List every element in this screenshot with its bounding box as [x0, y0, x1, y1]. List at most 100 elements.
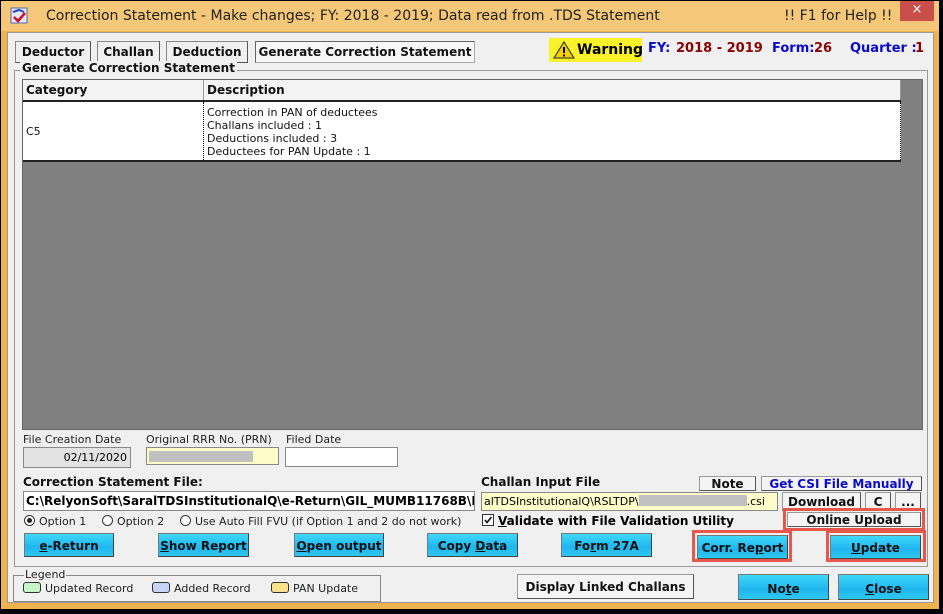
c-button[interactable]: C [865, 492, 891, 511]
table-header-row: Category Description [23, 80, 901, 102]
button-label: Fo [574, 539, 591, 553]
mnemonic: O [296, 539, 307, 553]
quarter-value: 1 [915, 41, 925, 56]
correction-statement-window: Correction Statement - Make changes; FY:… [0, 0, 940, 610]
validate-fvu-checkbox[interactable]: Validate with File Validation Utility [482, 514, 734, 528]
get-csi-file-manually-button[interactable]: Get CSI File Manually [761, 476, 922, 491]
radio-icon [180, 515, 191, 526]
fy-label: FY: [648, 41, 671, 56]
mnemonic: U [851, 541, 861, 555]
option2-label: Option 2 [117, 515, 165, 528]
description-line: Challans included : 1 [207, 119, 322, 132]
app-icon [10, 7, 28, 24]
note-button[interactable]: Note [738, 574, 829, 600]
help-hint: !! F1 for Help !! [784, 8, 893, 24]
tab-challan[interactable]: Challan [97, 41, 160, 63]
corr-report-button[interactable]: Corr. Report [697, 535, 788, 559]
option1-radio[interactable]: Option 1 [24, 515, 86, 528]
button-label: Corr. Re [701, 541, 755, 555]
challan-input-field[interactable]: alTDSInstitutionalQ\RSLTDP\ .csi [481, 492, 778, 511]
show-report-button[interactable]: Show Report [158, 533, 249, 557]
button-label: ata [485, 539, 508, 553]
tab-deductor[interactable]: Deductor [15, 41, 91, 63]
warning-label: Warning [577, 42, 644, 58]
legend-item-pan-update: PAN Update [271, 582, 358, 595]
button-label: -Return [47, 539, 99, 553]
client-area: Deductor Challan Deduction Generate Corr… [7, 32, 934, 603]
original-rrr-label: Original RRR No. (PRN) [146, 433, 272, 446]
open-output-button[interactable]: Open output [294, 533, 384, 557]
mnemonic: S [160, 539, 169, 553]
description-line: Correction in PAN of deductees [207, 106, 378, 119]
fy-value: 2018 - 2019 [676, 41, 763, 56]
radio-selected-icon [24, 515, 35, 526]
added-swatch [152, 582, 170, 593]
mnemonic: e [39, 539, 48, 553]
validate-label: alidate with File Validation Utility [506, 514, 734, 528]
updated-swatch [23, 582, 41, 593]
correction-table: Category Description C5 Correction in PA… [23, 80, 901, 162]
form-27a-button[interactable]: Form 27A [561, 533, 652, 557]
challan-input-label: Challan Input File [481, 475, 601, 489]
button-label: ort [763, 541, 784, 555]
legend-item-added: Added Record [152, 582, 251, 595]
filed-date-label: Filed Date [286, 433, 342, 446]
redacted-value [638, 495, 747, 506]
display-linked-challans-button[interactable]: Display Linked Challans [517, 574, 694, 599]
cell-category[interactable]: C5 [23, 101, 204, 162]
correction-file-field[interactable]: C:\RelyonSoft\SaralTDSInstitutionalQ\e-R… [23, 491, 475, 511]
form-label: Form: [772, 41, 815, 56]
validate-mnemonic: V [498, 514, 507, 528]
description-line: Deductees for PAN Update : 1 [207, 145, 371, 158]
button-label: pen output [306, 539, 382, 553]
button-label: e [791, 582, 800, 596]
file-creation-date-field[interactable]: 02/11/2020 [23, 447, 131, 468]
button-label: m 27A [596, 539, 639, 553]
legend-item-updated: Updated Record [23, 582, 133, 595]
challan-path-prefix: alTDSInstitutionalQ\RSLTDP\ [484, 495, 639, 508]
filed-date-field[interactable] [285, 447, 398, 467]
table-row[interactable]: C5 Correction in PAN of deductees Challa… [23, 100, 901, 162]
legend-label: Added Record [174, 582, 251, 595]
close-window-button[interactable]: × [900, 1, 934, 21]
radio-icon [102, 515, 113, 526]
close-button[interactable]: Close [838, 574, 929, 600]
button-label: No [767, 582, 786, 596]
button-label: lose [874, 582, 902, 596]
correction-grid[interactable]: Category Description C5 Correction in PA… [22, 79, 923, 430]
option1-label: Option 1 [39, 515, 87, 528]
warning-icon [553, 41, 575, 59]
online-upload-button[interactable]: Online Upload [787, 512, 921, 527]
button-label: pdate [860, 541, 900, 555]
redacted-value [149, 451, 253, 462]
title-bar: Correction Statement - Make changes; FY:… [1, 1, 939, 31]
button-label: Copy [437, 539, 476, 553]
legend-label: Updated Record [45, 582, 134, 595]
option2-radio[interactable]: Option 2 [102, 515, 164, 528]
column-header-description[interactable]: Description [203, 80, 901, 102]
browse-button[interactable]: ... [895, 492, 921, 511]
correction-file-label: Correction Statement File: [23, 475, 203, 489]
button-label: how Report [168, 539, 247, 553]
column-header-category[interactable]: Category [23, 80, 204, 102]
description-line: Deductions included : 3 [207, 132, 338, 145]
tab-generate-correction-statement[interactable]: Generate Correction Statement [255, 41, 475, 63]
legend-title: Legend [24, 568, 67, 581]
quarter-label: Quarter : [850, 41, 917, 56]
pan-update-swatch [271, 582, 289, 593]
group-title: Generate Correction Statement [20, 61, 237, 75]
checkbox-checked-icon [482, 514, 494, 526]
original-rrr-field[interactable] [146, 447, 279, 465]
warning-badge[interactable]: Warning [549, 38, 644, 62]
mnemonic: C [865, 582, 875, 596]
tab-deduction[interactable]: Deduction [166, 41, 248, 63]
download-button[interactable]: Download [782, 492, 861, 511]
copy-data-button[interactable]: Copy Data [427, 533, 518, 557]
note-small-button[interactable]: Note [699, 476, 756, 491]
e-return-button[interactable]: e-Return [24, 533, 114, 557]
challan-path-suffix: .csi [746, 495, 765, 508]
cell-description[interactable]: Correction in PAN of deductees Challans … [203, 100, 901, 162]
auto-fill-fvu-radio[interactable]: Use Auto Fill FVU (if Option 1 and 2 do … [180, 515, 461, 528]
update-button[interactable]: Update [830, 535, 921, 559]
file-creation-date-label: File Creation Date [23, 433, 122, 446]
